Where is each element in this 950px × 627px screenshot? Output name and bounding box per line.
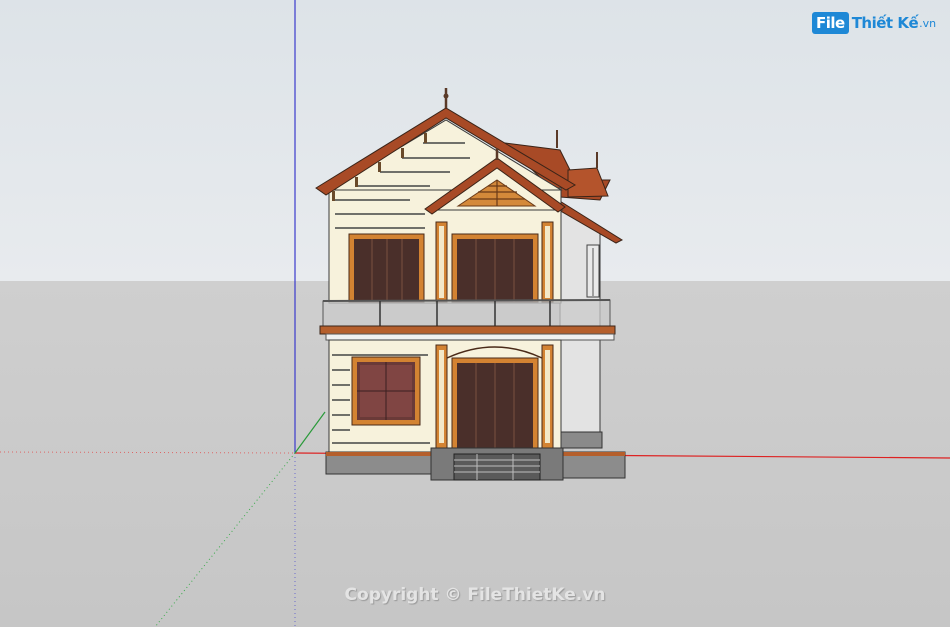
balcony-glass <box>322 299 611 328</box>
main-entrance-door <box>451 357 539 453</box>
rear-roof-small <box>567 167 609 198</box>
house-scene <box>0 0 950 627</box>
model-viewport[interactable]: File Thiết Kế .vn Copyright © FileThietK… <box>0 0 950 627</box>
lower-window-left <box>351 356 421 426</box>
upper-window-left <box>348 233 425 303</box>
logo-file-badge: File <box>812 12 849 34</box>
green-axis <box>294 411 326 454</box>
balcony-slab <box>319 325 616 335</box>
logo-tld: .vn <box>919 16 937 30</box>
red-axis-dotted <box>0 451 296 454</box>
logo-name: Thiết Kế <box>851 14 919 32</box>
site-logo: File Thiết Kế .vn <box>812 12 936 34</box>
copyright-watermark: Copyright © FileThietKe.vn <box>344 585 606 605</box>
upper-door-center <box>451 233 539 303</box>
